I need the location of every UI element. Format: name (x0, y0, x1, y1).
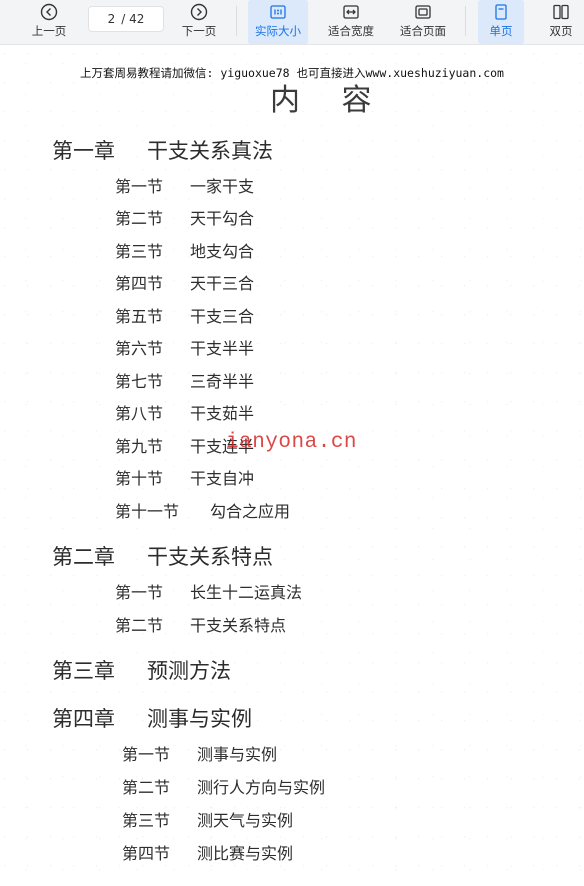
chapter-heading: 第一章 干支关系真法 (52, 135, 273, 165)
current-page-value[interactable]: 2 (108, 12, 116, 26)
section-title: 三奇半半 (190, 372, 255, 391)
toolbar-divider (465, 6, 466, 36)
section-title: 勾合之应用 (210, 502, 291, 521)
section-entry: 第六节 干支半半 (115, 335, 254, 359)
section-number: 第二节 (115, 209, 164, 228)
section-entry: 第二节 天干勾合 (115, 205, 254, 229)
section-number: 第十节 (115, 469, 164, 488)
chapter-title: 干支关系真法 (147, 139, 273, 163)
section-title: 地支勾合 (190, 242, 255, 261)
page-number-field[interactable]: 2 / 42 (88, 6, 164, 32)
prev-page-label: 上一页 (31, 24, 67, 38)
section-entry: 第二节 测行人方向与实例 (122, 774, 325, 798)
chapter-title: 干支关系特点 (147, 545, 273, 569)
section-entry: 第三节 测天气与实例 (122, 807, 293, 831)
section-number: 第十一节 (115, 502, 180, 521)
section-entry: 第十一节 勾合之应用 (115, 498, 290, 522)
toolbar-divider (236, 6, 237, 36)
chapter-number: 第一章 (52, 139, 115, 163)
section-number: 第四节 (122, 844, 171, 863)
section-title: 干支自冲 (190, 469, 255, 488)
section-title: 测比赛与实例 (197, 844, 294, 863)
section-entry: 第一节 一家干支 (115, 173, 254, 197)
fit-page-button[interactable]: 适合页面 (394, 0, 452, 44)
section-entry: 第二节 干支关系特点 (115, 612, 286, 636)
chapter-title: 测事与实例 (147, 707, 252, 731)
section-entry: 第七节 三奇半半 (115, 368, 254, 392)
section-title: 长生十二运真法 (190, 583, 303, 602)
section-entry: 第一节 测事与实例 (122, 741, 277, 765)
section-entry: 第四节 天干三合 (115, 270, 254, 294)
section-title: 干支关系特点 (190, 616, 287, 635)
section-entry: 第四节 测比赛与实例 (122, 840, 293, 864)
section-number: 第五节 (115, 307, 164, 326)
double-page-icon (553, 4, 569, 20)
section-title: 干支茹半 (190, 404, 255, 423)
document-page: 上万套周易教程请加微信: yiguoxue78 也可直接进入www.xueshu… (0, 45, 584, 886)
section-entry: 第一节 长生十二运真法 (115, 579, 302, 603)
section-entry: 第三节 地支勾合 (115, 238, 254, 262)
single-page-icon (495, 4, 507, 20)
section-number: 第七节 (115, 372, 164, 391)
chapter-heading: 第四章 测事与实例 (52, 703, 252, 733)
actual-size-button[interactable]: 实际大小 (248, 0, 308, 44)
scan-noise (0, 45, 584, 886)
section-entry: 第五节 干支三合 (115, 303, 254, 327)
double-page-button[interactable]: 双页 (538, 0, 584, 44)
section-number: 第八节 (115, 404, 164, 423)
actual-size-label: 实际大小 (255, 24, 301, 38)
fit-width-button[interactable]: 适合宽度 (322, 0, 380, 44)
fit-page-label: 适合页面 (400, 24, 446, 38)
chapter-number: 第四章 (52, 707, 115, 731)
section-title: 测天气与实例 (197, 811, 294, 830)
chapter-title: 预测方法 (147, 659, 231, 683)
watermark-stamp: ianyona.cn (226, 431, 358, 454)
chapter-number: 第三章 (52, 659, 115, 683)
section-title: 测行人方向与实例 (197, 778, 326, 797)
fit-width-icon (343, 5, 359, 19)
section-title: 天干三合 (190, 274, 255, 293)
chapter-heading: 第二章 干支关系特点 (52, 541, 273, 571)
section-entry: 第十节 干支自冲 (115, 465, 254, 489)
section-number: 第四节 (115, 274, 164, 293)
single-page-button[interactable]: 单页 (478, 0, 524, 44)
section-number: 第二节 (115, 616, 164, 635)
section-number: 第一节 (115, 583, 164, 602)
section-title: 一家干支 (190, 177, 255, 196)
chapter-heading: 第三章 预测方法 (52, 655, 231, 685)
double-page-label: 双页 (549, 24, 573, 38)
section-number: 第一节 (122, 745, 171, 764)
section-number: 第一节 (115, 177, 164, 196)
fit-page-icon (415, 5, 431, 19)
section-title: 测事与实例 (197, 745, 278, 764)
chevron-left-circle-icon (40, 3, 58, 21)
next-page-button[interactable]: 下一页 (176, 0, 222, 44)
page-title: 内 容 (270, 83, 388, 118)
section-number: 第九节 (115, 437, 164, 456)
viewer-toolbar: 上一页 2 / 42 下一页 实际大小 适合宽度 适合页面 单页 双页 (0, 0, 584, 45)
next-page-label: 下一页 (181, 24, 217, 38)
section-title: 天干勾合 (190, 209, 255, 228)
total-pages-value: / 42 (121, 12, 145, 26)
section-entry: 第八节 干支茹半 (115, 400, 254, 424)
single-page-label: 单页 (489, 24, 513, 38)
section-title: 干支三合 (190, 307, 255, 326)
fit-width-label: 适合宽度 (328, 24, 374, 38)
section-number: 第二节 (122, 778, 171, 797)
chapter-number: 第二章 (52, 545, 115, 569)
chevron-right-circle-icon (190, 3, 208, 21)
section-number: 第六节 (115, 339, 164, 358)
prev-page-button[interactable]: 上一页 (26, 0, 72, 44)
one-to-one-icon (270, 5, 286, 19)
section-number: 第三节 (122, 811, 171, 830)
section-title: 干支半半 (190, 339, 255, 358)
section-number: 第三节 (115, 242, 164, 261)
